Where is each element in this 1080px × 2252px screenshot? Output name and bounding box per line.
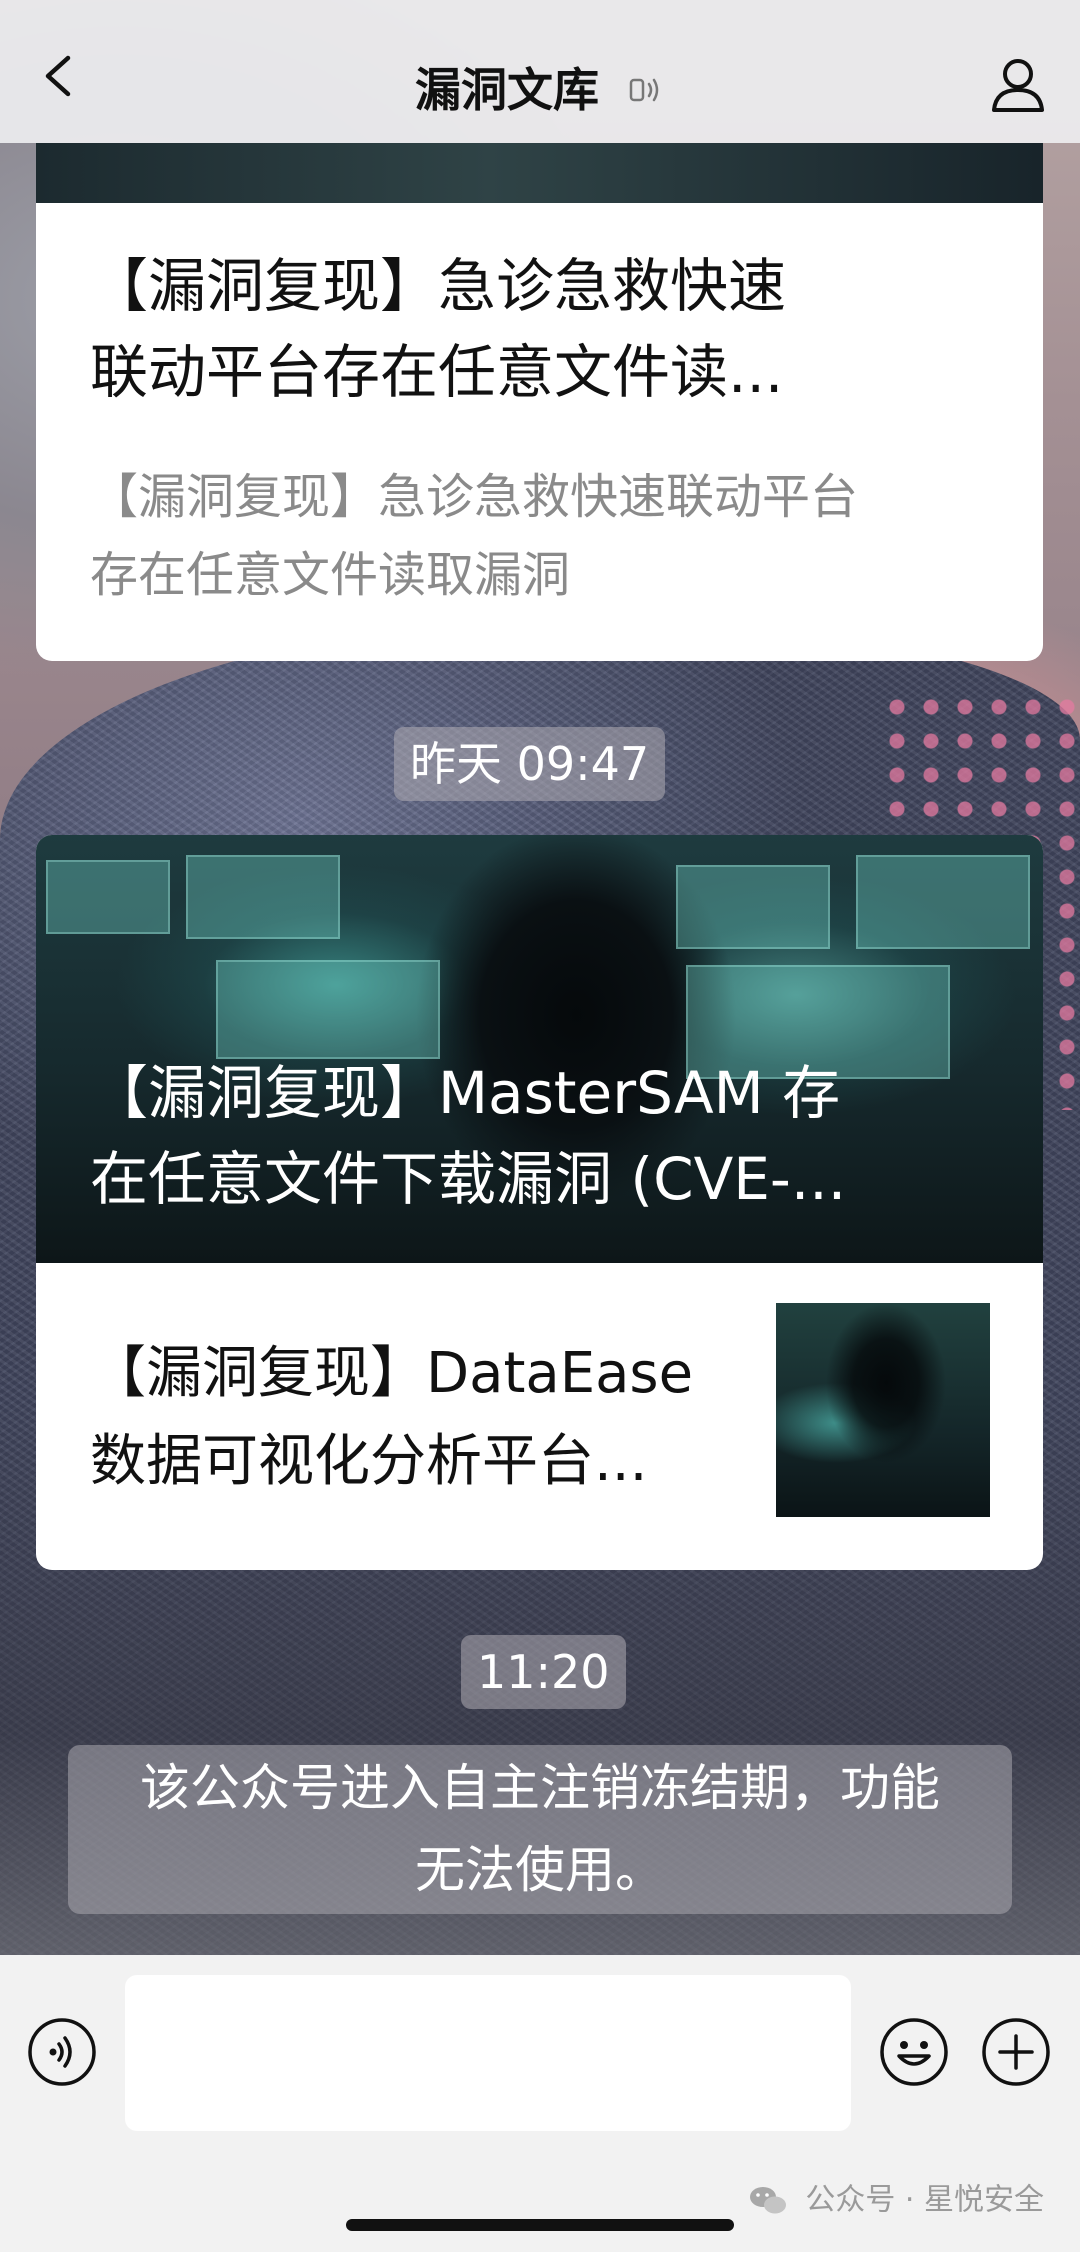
more-button[interactable] xyxy=(980,2016,1052,2088)
hero-screen-decoration xyxy=(46,860,170,934)
profile-button[interactable] xyxy=(986,52,1050,116)
article-hero-title-line: 在任意文件下载漏洞 (CVE-... xyxy=(90,1145,847,1213)
article-summary: 【漏洞复现】急诊急救快速联动平台 存在任意文件读取漏洞 xyxy=(90,458,1000,614)
system-message-line: 无法使用。 xyxy=(415,1841,665,1899)
article-cover-image xyxy=(36,143,1043,203)
timestamp-badge: 昨天 09:47 xyxy=(394,727,666,801)
system-message-line: 该公众号进入自主注销冻结期，功能 xyxy=(140,1759,940,1817)
article-hero[interactable]: 【漏洞复现】MasterSAM 存 在任意文件下载漏洞 (CVE-... xyxy=(36,835,1043,1263)
home-indicator xyxy=(346,2219,734,2231)
article-sub-title-line: 数据可视化分析平台... xyxy=(90,1429,648,1494)
hero-screen-decoration xyxy=(856,855,1030,949)
article-hero-title-line: 【漏洞复现】MasterSAM 存 xyxy=(90,1059,841,1127)
watermark-text: 公众号 · 星悦安全 xyxy=(805,2182,1044,2218)
article-title-line: 【漏洞复现】急诊急救快速 xyxy=(90,252,787,320)
article-title-line: 联动平台存在任意文件读... xyxy=(90,338,784,406)
plus-icon xyxy=(982,2018,1050,2086)
page-title: 漏洞文库 xyxy=(414,62,599,117)
system-message: 该公众号进入自主注销冻结期，功能 无法使用。 xyxy=(68,1745,1012,1914)
article-summary-line: 存在任意文件读取漏洞 xyxy=(90,547,571,603)
article-hero-title: 【漏洞复现】MasterSAM 存 在任意文件下载漏洞 (CVE-... xyxy=(90,1050,1030,1222)
smiley-icon xyxy=(880,2018,948,2086)
article-card[interactable]: 【漏洞复现】急诊急救快速 联动平台存在任意文件读... 【漏洞复现】急诊急救快速… xyxy=(36,143,1043,661)
sound-wave-icon xyxy=(629,78,659,101)
timestamp-badge: 11:20 xyxy=(461,1635,626,1709)
hero-screen-decoration xyxy=(676,865,830,949)
person-icon xyxy=(992,59,1044,112)
nav-bar: 漏洞文库 xyxy=(0,0,1080,143)
article-card: 【漏洞复现】MasterSAM 存 在任意文件下载漏洞 (CVE-... 【漏洞… xyxy=(36,835,1043,1570)
article-summary-line: 【漏洞复现】急诊急救快速联动平台 xyxy=(90,469,859,525)
message-input[interactable] xyxy=(125,1975,851,2131)
emoji-button[interactable] xyxy=(878,2016,950,2088)
article-title: 【漏洞复现】急诊急救快速 联动平台存在任意文件读... xyxy=(90,243,990,415)
watermark: 公众号 · 星悦安全 xyxy=(748,2180,1044,2221)
hero-screen-decoration xyxy=(186,855,340,939)
voice-input-button[interactable] xyxy=(26,2016,98,2088)
article-sub-thumbnail[interactable] xyxy=(776,1303,990,1517)
wechat-icon xyxy=(749,2186,786,2213)
voice-icon xyxy=(28,2018,96,2086)
hero-screen-decoration xyxy=(216,960,440,1059)
article-sub-title-line: 【漏洞复现】DataEase xyxy=(90,1341,694,1406)
page-title-row: 漏洞文库 xyxy=(0,56,1080,120)
article-sub-item[interactable]: 【漏洞复现】DataEase 数据可视化分析平台... xyxy=(90,1330,780,1506)
